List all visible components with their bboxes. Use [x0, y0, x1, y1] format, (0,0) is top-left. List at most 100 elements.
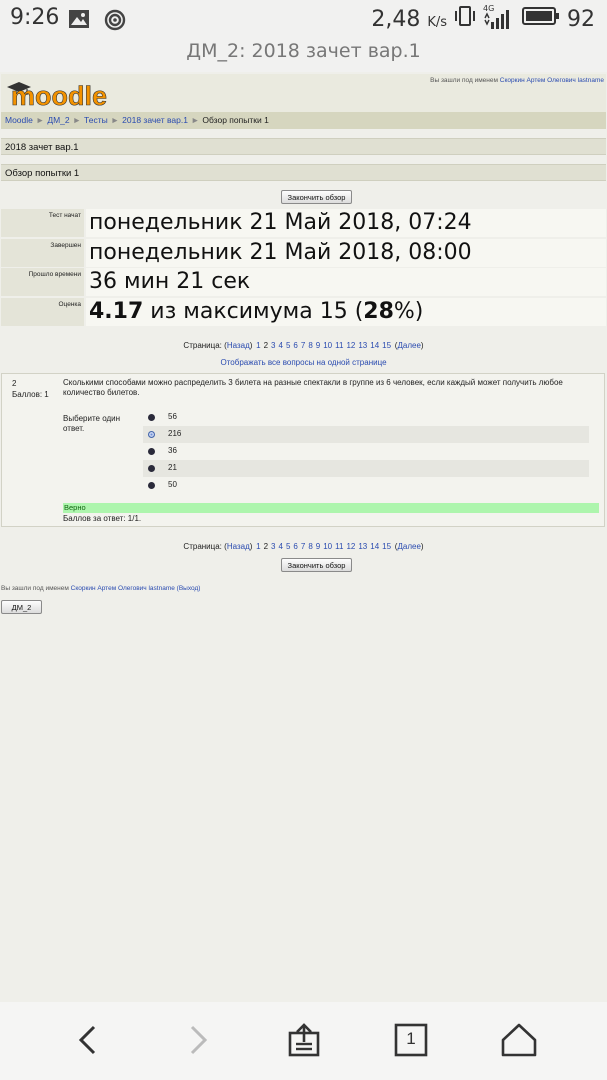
- pagination-page-link[interactable]: 12: [346, 542, 355, 551]
- correct-feedback: Верно: [63, 503, 599, 513]
- pagination-page-link[interactable]: 5: [286, 542, 290, 551]
- started-label: Тест начат: [1, 209, 84, 237]
- answer-option[interactable]: 50: [143, 477, 589, 494]
- pagination-prev[interactable]: Назад: [227, 341, 250, 350]
- radio-button[interactable]: [148, 414, 155, 421]
- hotspot-icon: [104, 9, 126, 36]
- home-icon[interactable]: [500, 1022, 538, 1063]
- pagination-page-link[interactable]: 5: [286, 341, 290, 350]
- pagination-page-link[interactable]: 6: [293, 542, 297, 551]
- pagination-page-link[interactable]: 12: [346, 341, 355, 350]
- signal-icon: 4G: [483, 4, 515, 30]
- pagination-page-link[interactable]: 15: [382, 542, 391, 551]
- status-bar: 9:26 2,48 K/s 4G 92: [0, 0, 607, 38]
- breadcrumb-separator: ►: [35, 115, 45, 125]
- pagination-page-link[interactable]: 7: [301, 341, 305, 350]
- finish-review-button-bottom[interactable]: Закончить обзор: [281, 558, 352, 572]
- moodle-logo[interactable]: moodle: [5, 78, 133, 111]
- image-notification-icon: [68, 9, 90, 34]
- browser-page-title: ДМ_2: 2018 зачет вар.1: [186, 40, 421, 62]
- pagination-page-link[interactable]: 13: [358, 542, 367, 551]
- pagination-page-link[interactable]: 1: [256, 341, 260, 350]
- attempt-summary: Тест начат понедельник 21 Май 2018, 07:2…: [1, 209, 606, 327]
- attempt-title: Обзор попытки 1: [1, 164, 606, 181]
- pagination-page-link[interactable]: 7: [301, 542, 305, 551]
- pagination-page-link[interactable]: 4: [279, 341, 283, 350]
- pagination-page-link[interactable]: 8: [308, 542, 312, 551]
- pagination-page-link[interactable]: 1: [256, 542, 260, 551]
- forward-icon[interactable]: [180, 1022, 216, 1063]
- logout-link[interactable]: (Выход): [177, 585, 201, 592]
- question-marks: Баллов: 1: [12, 390, 49, 399]
- radio-button[interactable]: [148, 482, 155, 489]
- tabs-icon[interactable]: 1: [393, 1022, 429, 1063]
- answer-option[interactable]: 216: [143, 426, 589, 443]
- battery-level: 92: [567, 6, 595, 32]
- breadcrumb-moodle[interactable]: Moodle: [5, 115, 33, 125]
- answer-option[interactable]: 21: [143, 460, 589, 477]
- answer-option[interactable]: 56: [143, 409, 589, 426]
- svg-text:moodle: moodle: [11, 81, 107, 108]
- pagination-prev[interactable]: Назад: [227, 542, 250, 551]
- summary-row-elapsed: Прошло времени 36 мин 21 сек: [1, 268, 606, 298]
- web-page: moodle Вы зашли под именем Скоркин Артем…: [0, 72, 607, 1002]
- show-all-questions-link[interactable]: Отображать все вопросы на одной странице: [0, 358, 607, 367]
- pagination-top: Страница: (Назад) 1 2 3 4 5 6 7 8 9 10 11 12 13 14 15 …: [183, 341, 424, 350]
- pagination-page-link[interactable]: 15: [382, 341, 391, 350]
- site-header: moodle Вы зашли под именем Скоркин Артем…: [1, 74, 606, 112]
- elapsed-value: 36 мин 21 сек: [86, 268, 606, 296]
- pagination-next[interactable]: Далее: [397, 341, 420, 350]
- elapsed-label: Прошло времени: [1, 268, 84, 296]
- pagination-page-link[interactable]: 9: [316, 542, 320, 551]
- grade-end: %): [393, 298, 424, 324]
- pagination-page-link[interactable]: 13: [358, 341, 367, 350]
- grade-label: Оценка: [1, 297, 84, 326]
- pagination-page-link[interactable]: 3: [271, 542, 275, 551]
- pagination-page-link[interactable]: 14: [370, 542, 379, 551]
- grade-score: 4.17: [89, 298, 144, 324]
- pagination-page-link[interactable]: 10: [323, 341, 332, 350]
- grade-value: 4.17 из максимума 15 (28%): [86, 297, 606, 326]
- quiz-title: 2018 зачет вар.1: [1, 138, 606, 155]
- breadcrumb-separator: ►: [190, 115, 200, 125]
- question-number: 2: [12, 379, 17, 388]
- completed-label: Завершен: [1, 238, 84, 267]
- answer-option-label: 216: [168, 429, 182, 438]
- started-value: понедельник 21 Май 2018, 07:24: [86, 209, 606, 237]
- pagination-label: Страница:: [183, 542, 222, 551]
- pagination-page-link[interactable]: 9: [316, 341, 320, 350]
- radio-button[interactable]: [148, 448, 155, 455]
- footer-user-link[interactable]: Скоркин Артем Олегович lastname: [71, 585, 175, 592]
- pagination-page-link[interactable]: 10: [323, 542, 332, 551]
- pagination-page-link[interactable]: 14: [370, 341, 379, 350]
- answer-options: 56 216 36 21 50: [143, 409, 589, 494]
- summary-row-completed: Завершен понедельник 21 Май 2018, 08:00: [1, 238, 606, 269]
- network-speed: 2,48 K/s: [371, 6, 447, 32]
- radio-button-selected[interactable]: [148, 431, 155, 438]
- radio-button[interactable]: [148, 465, 155, 472]
- footer-login-info: Вы зашли под именем Скоркин Артем Олегов…: [1, 585, 201, 592]
- answer-option[interactable]: 36: [143, 443, 589, 460]
- pagination-page-link[interactable]: 8: [308, 341, 312, 350]
- pagination-page-link[interactable]: 3: [271, 341, 275, 350]
- breadcrumb-current: Обзор попытки 1: [202, 115, 269, 125]
- pagination-page-link[interactable]: 11: [335, 341, 343, 350]
- breadcrumb-course[interactable]: ДМ_2: [47, 115, 69, 125]
- completed-value: понедельник 21 Май 2018, 08:00: [86, 238, 606, 267]
- speed-unit: K/s: [427, 14, 447, 30]
- course-button[interactable]: ДМ_2: [1, 600, 42, 614]
- breadcrumb-quiz[interactable]: 2018 зачет вар.1: [122, 115, 188, 125]
- battery-icon: [522, 6, 560, 32]
- user-profile-link[interactable]: Скоркин Артем Олегович lastname: [500, 77, 604, 84]
- back-icon[interactable]: [70, 1022, 106, 1063]
- share-icon[interactable]: [286, 1022, 322, 1063]
- breadcrumb-quizzes[interactable]: Тесты: [84, 115, 108, 125]
- pagination-page-link[interactable]: 11: [335, 542, 343, 551]
- pagination-page-link[interactable]: 4: [279, 542, 283, 551]
- pagination-next[interactable]: Далее: [397, 542, 420, 551]
- summary-row-grade: Оценка 4.17 из максимума 15 (28%): [1, 297, 606, 328]
- grade-middle: из максимума 15 (: [143, 298, 364, 324]
- summary-row-started: Тест начат понедельник 21 Май 2018, 07:2…: [1, 209, 606, 239]
- finish-review-button-top[interactable]: Закончить обзор: [281, 190, 352, 204]
- pagination-page-link[interactable]: 6: [293, 341, 297, 350]
